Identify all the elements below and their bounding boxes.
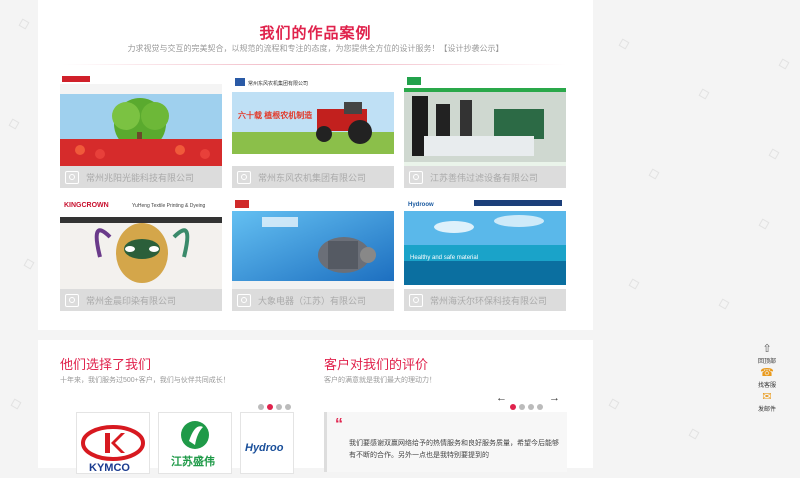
floating-sidebar: ⇧ 回顶部 ☎ 找客服 ✉ 发邮件 [752,343,782,415]
svg-text:常州东风农机集团有限公司: 常州东风农机集团有限公司 [248,80,308,87]
svg-text:Hydroo: Hydroo [245,442,284,454]
case-card[interactable]: 大象电器（江苏）有限公司 [232,197,394,311]
carousel-dot[interactable] [258,404,264,410]
cases-title: 我们的作品案例 [259,25,372,42]
image-icon [65,171,79,184]
mail-icon: ✉ [762,391,772,403]
prev-arrow-icon[interactable]: ← [496,392,507,404]
image-icon [409,294,423,307]
case-card[interactable]: Hydroow Healthy and safe material 常州海沃尔环… [404,197,566,311]
case-caption: 江苏善伟过滤设备有限公司 [430,173,539,183]
clients-and-reviews-section: 他们选择了我们 十年来，我们服务过500+客户，我们与伙伴共同成长！ KYMCO… [38,340,593,474]
customer-service-button[interactable]: ☎ 找客服 [752,367,782,391]
carousel-dot-active[interactable] [267,404,273,410]
cases-subtitle: 力求视觉与交互的完美契合，以规范的流程和专注的态度，为您提供全方位的设计服务！【… [127,44,504,53]
image-icon [409,171,423,184]
clients-title: 他们选择了我们 [60,357,152,372]
case-caption-bar: 常州东风农机集团有限公司 [232,166,394,188]
mail-label: 发邮件 [757,407,776,413]
svg-text:KINGCROWN: KINGCROWN [64,202,109,209]
case-caption-bar: 常州金晨印染有限公司 [60,289,222,311]
carousel-dot[interactable] [276,404,282,410]
case-caption: 常州海沃尔环保科技有限公司 [430,296,548,306]
back-to-top-icon: ⇧ [762,343,772,355]
back-to-top-label: 回顶部 [757,359,776,365]
case-caption-bar: 常州兆阳光能科技有限公司 [60,166,222,188]
case-thumbnail [60,74,222,166]
customer-service-label: 找客服 [757,383,776,389]
case-caption: 常州东风农机集团有限公司 [258,173,367,183]
case-caption: 常州兆阳光能科技有限公司 [86,173,195,183]
case-caption: 常州金晨印染有限公司 [86,296,177,306]
carousel-dot[interactable] [537,404,543,410]
reviews-subtitle: 客户的满意就是我们最大的理动力！ [324,377,436,384]
next-arrow-icon[interactable]: → [549,392,560,404]
image-icon [237,171,251,184]
image-icon [237,294,251,307]
svg-text:六十载 植根农机制造: 六十载 植根农机制造 [238,110,312,120]
quote-mark-icon: “ [335,416,343,433]
carousel-dot-active[interactable] [510,404,516,410]
case-caption-bar: 江苏善伟过滤设备有限公司 [404,166,566,188]
case-caption-bar: 大象电器（江苏）有限公司 [232,289,394,311]
carousel-dot[interactable] [519,404,525,410]
case-thumbnail [404,74,566,166]
review-quote: “ 我们要感谢双赢网络给予的热情服务和良好服务质量，希望今后能够有不断的合作。另… [324,412,567,472]
svg-text:Hydroow: Hydroow [408,202,434,208]
case-card[interactable]: 常州兆阳光能科技有限公司 [60,74,222,188]
client-logo-shengwei[interactable]: 江苏盛伟 [158,412,232,474]
review-text: 我们要感谢双赢网络给予的热情服务和良好服务质量，希望今后能够有不断的合作。另外一… [349,440,559,459]
clients-subtitle: 十年来，我们服务过500+客户，我们与伙伴共同成长！ [60,377,230,384]
divider [62,64,567,65]
client-logo-kymco[interactable]: KYMCO [76,412,150,474]
back-to-top-button[interactable]: ⇧ 回顶部 [752,343,782,367]
svg-text:YuHeng Textile Printing & Dyei: YuHeng Textile Printing & Dyeing [132,203,206,209]
image-icon [65,294,79,307]
case-card[interactable]: 常州东风农机集团有限公司 六十载 植根农机制造 常州东风农机集团有限公司 [232,74,394,188]
mail-button[interactable]: ✉ 发邮件 [752,391,782,415]
svg-text:江苏盛伟: 江苏盛伟 [171,454,215,468]
client-logo-hydroo[interactable]: Hydroo [240,412,294,474]
case-thumbnail [232,197,394,289]
customer-service-icon: ☎ [760,367,774,379]
case-caption-bar: 常州海沃尔环保科技有限公司 [404,289,566,311]
carousel-dot[interactable] [528,404,534,410]
case-caption: 大象电器（江苏）有限公司 [258,296,367,306]
case-card[interactable]: 江苏善伟过滤设备有限公司 [404,74,566,188]
case-thumbnail: 常州东风农机集团有限公司 六十载 植根农机制造 [232,74,394,166]
svg-text:Healthy and safe material: Healthy and safe material [410,255,478,261]
case-thumbnail: KINGCROWN YuHeng Textile Printing & Dyei… [60,197,222,289]
carousel-dot[interactable] [285,404,291,410]
reviews-title: 客户对我们的评价 [324,357,429,372]
case-thumbnail: Hydroow Healthy and safe material [404,197,566,289]
case-card[interactable]: KINGCROWN YuHeng Textile Printing & Dyei… [60,197,222,311]
cases-section: 我们的作品案例 力求视觉与交互的完美契合，以规范的流程和专注的态度，为您提供全方… [38,0,593,330]
